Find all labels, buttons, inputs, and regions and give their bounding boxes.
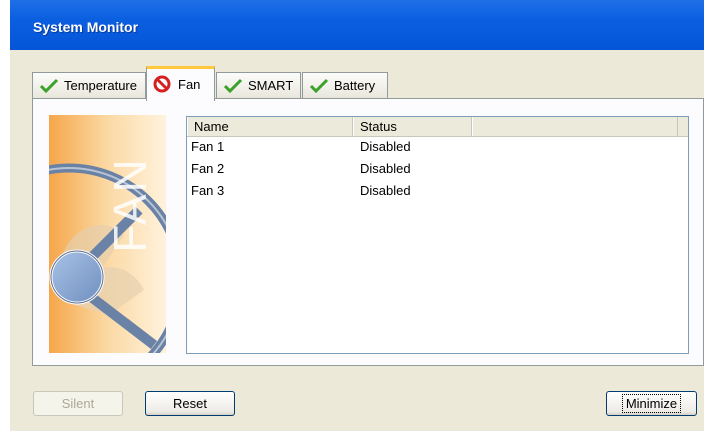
fan-status: Disabled xyxy=(360,161,411,176)
fan-tab-panel: FAN Name Status Fan 1 Disabled Fan 2 Dis… xyxy=(32,98,704,366)
tab-smart[interactable]: SMART xyxy=(216,72,301,98)
column-header-status[interactable]: Status xyxy=(353,117,472,136)
tab-label: Fan xyxy=(178,76,201,92)
silent-button-label: Silent xyxy=(61,396,95,411)
tab-battery[interactable]: Battery xyxy=(302,72,388,98)
fan-status: Disabled xyxy=(360,139,411,154)
tab-label: SMART xyxy=(248,78,294,93)
silent-button[interactable]: Silent xyxy=(33,391,123,416)
list-header: Name Status xyxy=(187,117,688,137)
column-header-extra[interactable] xyxy=(472,117,678,136)
fan-name: Fan 1 xyxy=(191,139,225,154)
checkmark-icon xyxy=(309,77,329,95)
minimize-button[interactable]: Minimize xyxy=(606,391,697,416)
fan-name: Fan 2 xyxy=(191,161,225,176)
prohibited-icon xyxy=(153,75,173,93)
fan-name: Fan 3 xyxy=(191,183,225,198)
fan-status: Disabled xyxy=(360,183,411,198)
tab-label: Battery xyxy=(334,78,376,93)
fan-illustration: FAN xyxy=(49,115,166,353)
checkmark-icon xyxy=(39,77,59,95)
list-item[interactable]: Fan 1 Disabled xyxy=(187,136,688,158)
title-bar[interactable]: System Monitor xyxy=(10,0,704,50)
fan-list[interactable]: Name Status Fan 1 Disabled Fan 2 Disable… xyxy=(186,116,689,354)
fan-vertical-text: FAN xyxy=(104,157,156,253)
list-item[interactable]: Fan 3 Disabled xyxy=(187,180,688,202)
minimize-button-label: Minimize xyxy=(621,394,682,413)
reset-button[interactable]: Reset xyxy=(145,391,235,416)
tab-temperature[interactable]: Temperature xyxy=(32,72,146,98)
reset-button-label: Reset xyxy=(173,396,207,411)
checkmark-icon xyxy=(223,77,243,95)
system-monitor-window: System Monitor Temperature Fan SMART Bat… xyxy=(10,0,704,431)
column-header-name[interactable]: Name xyxy=(187,117,353,136)
tab-fan[interactable]: Fan xyxy=(146,66,215,101)
window-title: System Monitor xyxy=(33,19,139,35)
tab-label: Temperature xyxy=(64,78,137,93)
list-item[interactable]: Fan 2 Disabled xyxy=(187,158,688,180)
